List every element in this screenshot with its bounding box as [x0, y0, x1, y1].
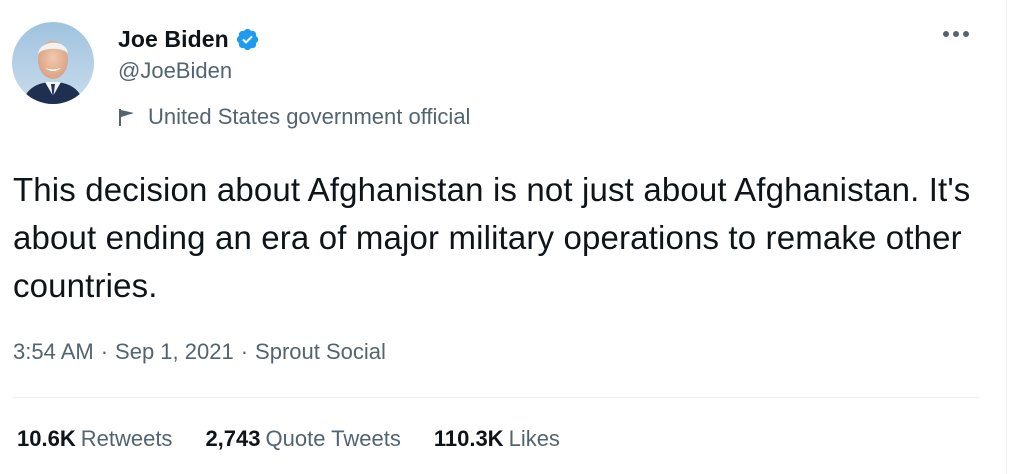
quote-tweets-label: Quote Tweets	[265, 426, 401, 451]
meta-separator: ·	[240, 339, 249, 364]
retweets-label: Retweets	[80, 426, 173, 451]
tweet-date[interactable]: Sep 1, 2021	[115, 339, 234, 365]
tweet-source[interactable]: Sprout Social	[255, 339, 386, 365]
likes-stat[interactable]: 110.3K Likes	[434, 426, 560, 452]
quote-tweets-stat[interactable]: 2,743 Quote Tweets	[205, 426, 400, 452]
verified-badge-icon	[235, 27, 260, 52]
retweets-count: 10.6K	[17, 426, 76, 451]
avatar-image	[12, 22, 94, 104]
tweet-header: Joe Biden @JoeBiden United States govern	[12, 22, 470, 130]
likes-count: 110.3K	[433, 426, 504, 451]
meta-separator: ·	[100, 339, 109, 364]
tweet-card: Joe Biden @JoeBiden United States govern	[0, 0, 1024, 474]
user-handle[interactable]: @JoeBiden	[118, 58, 470, 88]
account-label-text: United States government official	[148, 104, 471, 129]
divider	[13, 397, 979, 398]
card-border	[1006, 0, 1007, 474]
display-name[interactable]: Joe Biden	[118, 26, 229, 53]
tweet-text: This decision about Afghanistan is not j…	[13, 171, 971, 304]
more-options-icon[interactable]	[940, 24, 972, 44]
user-info: Joe Biden @JoeBiden United States govern	[118, 22, 470, 130]
flag-icon	[118, 107, 136, 127]
account-label: United States government official	[118, 104, 470, 130]
tweet-stats: 10.6K Retweets 2,743 Quote Tweets 110.3K Li…	[17, 426, 593, 452]
name-row: Joe Biden	[118, 22, 470, 56]
quote-tweets-count: 2,743	[205, 426, 261, 451]
likes-label: Likes	[508, 426, 560, 451]
tweet-meta: 3:54 AM · Sep 1, 2021 · Sprout Social	[13, 339, 386, 365]
tweet-time[interactable]: 3:54 AM	[13, 339, 94, 365]
retweets-stat[interactable]: 10.6K Retweets	[17, 426, 172, 452]
avatar[interactable]	[12, 22, 94, 104]
